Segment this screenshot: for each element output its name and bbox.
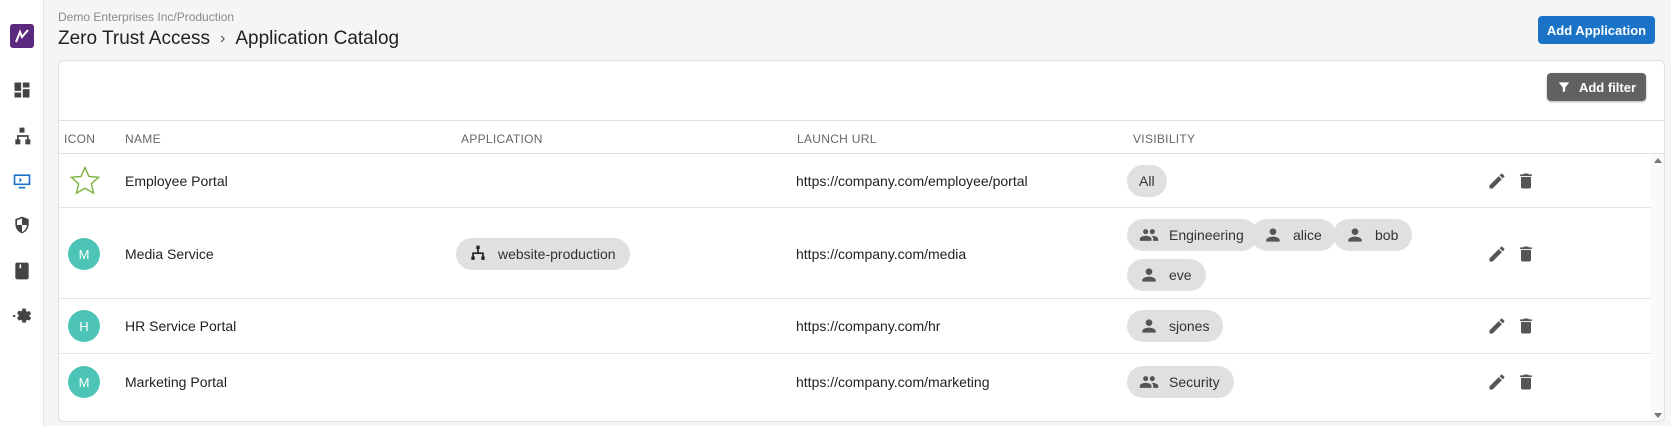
edit-icon[interactable] — [1487, 316, 1507, 336]
settings-gear-icon[interactable] — [10, 304, 34, 328]
network-hierarchy-icon[interactable] — [10, 124, 34, 148]
shield-icon[interactable] — [10, 213, 34, 237]
org-path: Demo Enterprises Inc/Production — [58, 10, 235, 24]
app-avatar: H — [68, 310, 100, 342]
column-header-visibility[interactable]: VISIBILITY — [1133, 132, 1195, 146]
chip-label: Security — [1169, 374, 1220, 390]
sidebar — [0, 0, 44, 426]
breadcrumb: Zero Trust Access › Application Catalog — [58, 28, 399, 50]
application-table-panel: Add filter ICON NAME APPLICATION LAUNCH … — [58, 60, 1665, 422]
launch-url: https://company.com/media — [796, 246, 967, 262]
person-icon — [1142, 319, 1156, 333]
breadcrumb-item-zero-trust-access[interactable]: Zero Trust Access — [58, 28, 210, 50]
person-icon — [1266, 228, 1280, 242]
brand-logo-icon[interactable] — [10, 24, 34, 48]
chip-label: website-production — [498, 246, 616, 262]
column-header-launch-url[interactable]: LAUNCH URL — [797, 132, 877, 146]
add-filter-button[interactable]: Add filter — [1547, 73, 1646, 101]
visibility-chip-user: bob — [1333, 219, 1413, 251]
column-header-name[interactable]: NAME — [125, 132, 161, 146]
book-icon[interactable] — [10, 259, 34, 283]
person-icon — [1142, 268, 1156, 282]
chip-label: alice — [1293, 227, 1322, 243]
launch-url: https://company.com/employee/portal — [796, 173, 1028, 189]
star-icon — [69, 165, 101, 195]
table-row[interactable]: M Media Service website-production https… — [59, 208, 1651, 299]
application-chip[interactable]: website-production — [456, 238, 630, 270]
delete-icon[interactable] — [1516, 372, 1536, 392]
edit-icon[interactable] — [1487, 244, 1507, 264]
dashboard-icon[interactable] — [10, 78, 34, 102]
table-row[interactable]: H HR Service Portal https://company.com/… — [59, 299, 1651, 354]
edit-icon[interactable] — [1487, 372, 1507, 392]
table-row[interactable]: Employee Portal https://company.com/empl… — [59, 154, 1651, 208]
visibility-chip-user: sjones — [1127, 310, 1224, 342]
scroll-down-arrow-icon[interactable] — [1654, 413, 1662, 418]
chip-label: All — [1139, 173, 1155, 189]
column-header-icon[interactable]: ICON — [64, 132, 95, 146]
visibility-chip-user: eve — [1127, 259, 1206, 291]
column-header-application[interactable]: APPLICATION — [461, 132, 543, 146]
table-row[interactable]: M Marketing Portal https://company.com/m… — [59, 354, 1651, 410]
launch-url: https://company.com/hr — [796, 318, 941, 334]
app-name: Media Service — [125, 246, 214, 262]
add-filter-label: Add filter — [1578, 79, 1637, 95]
app-name: Employee Portal — [125, 173, 228, 189]
chip-label: sjones — [1169, 318, 1210, 334]
group-icon — [1139, 229, 1159, 241]
chip-label: Engineering — [1169, 227, 1244, 243]
visibility-chip-user: alice — [1251, 219, 1336, 251]
visibility-chip-all: All — [1127, 165, 1167, 197]
table-header: ICON NAME APPLICATION LAUNCH URL VISIBIL… — [59, 120, 1664, 154]
breadcrumb-separator: › — [220, 30, 226, 47]
app-name: HR Service Portal — [125, 318, 237, 334]
chip-label: bob — [1375, 227, 1399, 243]
filter-icon — [1558, 82, 1570, 93]
scroll-up-arrow-icon[interactable] — [1654, 158, 1662, 163]
app-avatar: M — [68, 238, 100, 270]
application-catalog-icon[interactable] — [10, 169, 34, 193]
network-hierarchy-icon — [471, 245, 485, 260]
page-header: Demo Enterprises Inc/Production Zero Tru… — [58, 10, 399, 50]
person-icon — [1348, 228, 1362, 242]
visibility-chip-group: Engineering — [1127, 219, 1258, 251]
page-title: Application Catalog — [235, 28, 400, 49]
app-avatar: M — [68, 366, 100, 398]
delete-icon[interactable] — [1516, 244, 1536, 264]
group-icon — [1139, 376, 1159, 388]
app-name: Marketing Portal — [125, 374, 227, 390]
add-application-button[interactable]: Add Application — [1538, 16, 1655, 44]
table-scrollbar[interactable] — [1651, 154, 1664, 421]
delete-icon[interactable] — [1516, 171, 1536, 191]
delete-icon[interactable] — [1516, 316, 1536, 336]
edit-icon[interactable] — [1487, 171, 1507, 191]
visibility-chip-group: Security — [1127, 366, 1234, 398]
launch-url: https://company.com/marketing — [796, 374, 990, 390]
chip-label: eve — [1169, 267, 1192, 283]
